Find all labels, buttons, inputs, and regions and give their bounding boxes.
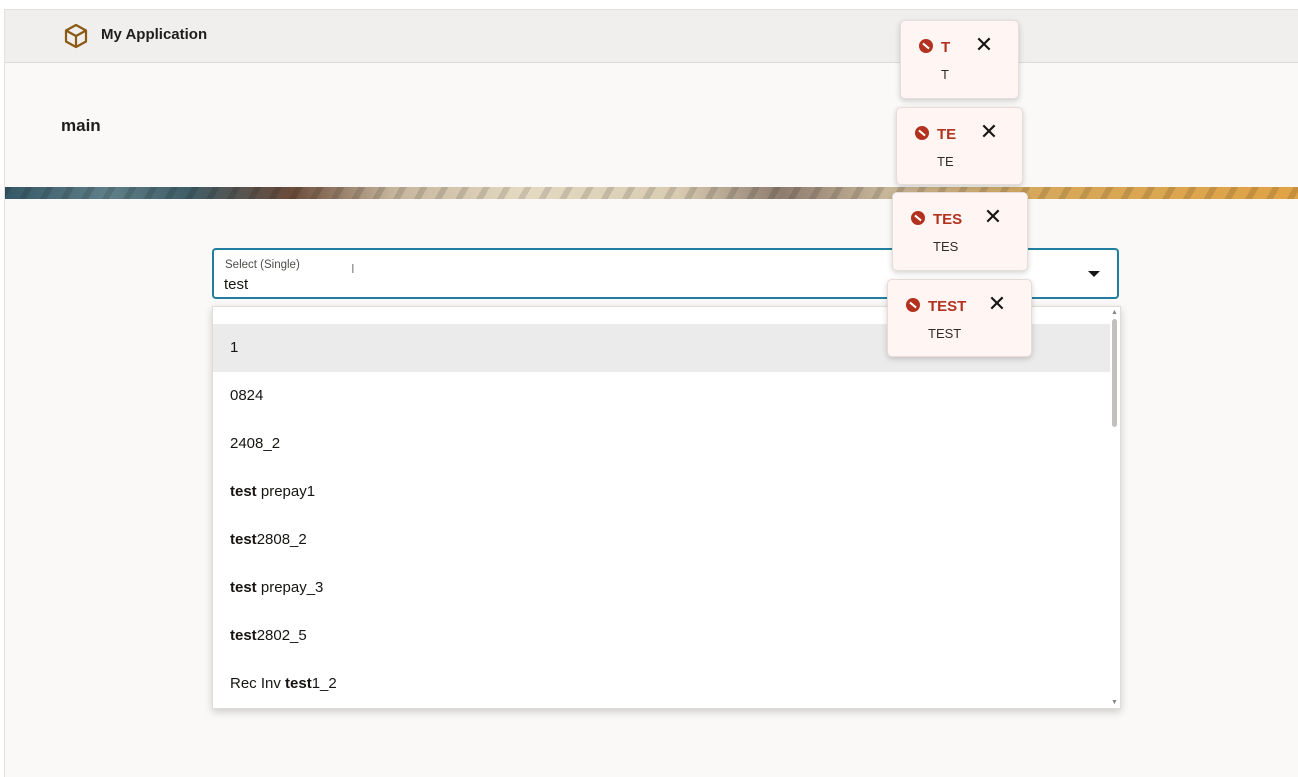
option-text: prepay_3 xyxy=(256,579,324,596)
app-title: My Application xyxy=(101,26,208,43)
dropdown-option[interactable]: test prepay1 xyxy=(213,468,1110,516)
option-text: 2808_2 xyxy=(256,531,307,548)
scrollbar-thumb[interactable] xyxy=(1112,319,1117,427)
option-match-text: test xyxy=(285,675,312,692)
dropdown-option[interactable]: test2808_2 xyxy=(213,516,1110,564)
option-text: 1 xyxy=(230,339,239,356)
page-title: main xyxy=(61,116,101,135)
toast-title: TE xyxy=(937,126,957,143)
option-text: Rec Inv xyxy=(230,675,286,692)
text-cursor-icon: I xyxy=(351,261,355,276)
option-match-text: test xyxy=(230,531,257,548)
scroll-down-arrow-icon[interactable]: ▼ xyxy=(1111,699,1118,706)
dropdown-option[interactable]: Rec Inv test1_2 xyxy=(213,660,1110,708)
dropdown-option[interactable]: 2408_2 xyxy=(213,420,1110,468)
option-match-text: test xyxy=(230,579,257,596)
dropdown-option[interactable]: test prepay_3 xyxy=(213,564,1110,612)
error-toast: TE TE ✕ xyxy=(896,107,1023,185)
dropdown-scrollbar[interactable]: ▲ ▼ xyxy=(1110,307,1120,708)
option-text: 0824 xyxy=(230,387,264,404)
close-icon[interactable]: ✕ xyxy=(978,121,1000,143)
decorative-banner xyxy=(5,187,1298,199)
toast-title: TEST xyxy=(928,298,967,315)
toast-title: TES xyxy=(933,211,963,228)
option-text: 1_2 xyxy=(311,675,337,692)
toast-message: TEST xyxy=(928,326,962,341)
option-text: 2408_2 xyxy=(230,435,281,452)
select-dropdown-list: 1 0824 2408_2 test prepay1 test2808_2 test pr… xyxy=(212,306,1121,709)
close-icon[interactable]: ✕ xyxy=(982,206,1004,228)
app-frame: My Application main Select (Single) I 1 0… xyxy=(4,9,1298,777)
error-toast: TEST TEST ✕ xyxy=(887,279,1032,357)
toast-message: T xyxy=(941,67,949,82)
dropdown-option[interactable]: 0824 xyxy=(213,372,1110,420)
error-icon xyxy=(919,39,933,53)
close-icon[interactable]: ✕ xyxy=(973,34,995,56)
error-toast: T T ✕ xyxy=(900,20,1019,99)
select-label: Select (Single) xyxy=(225,259,300,271)
caret-down-icon[interactable] xyxy=(1088,271,1100,277)
close-icon[interactable]: ✕ xyxy=(986,293,1008,315)
error-icon xyxy=(915,126,929,140)
toast-message: TES xyxy=(933,239,959,254)
dropdown-option[interactable]: test2802_5 xyxy=(213,612,1110,660)
option-match-text: test xyxy=(230,483,257,500)
error-icon xyxy=(911,211,925,225)
scroll-up-arrow-icon[interactable]: ▲ xyxy=(1111,309,1118,316)
error-toast: TES TES ✕ xyxy=(892,192,1028,271)
option-match-text: test xyxy=(230,627,257,644)
cube-icon xyxy=(64,23,88,49)
toast-title: T xyxy=(941,39,951,56)
option-text: 2802_5 xyxy=(256,627,307,644)
option-text: prepay1 xyxy=(256,483,316,500)
app-header: My Application xyxy=(5,10,1298,63)
toast-message: TE xyxy=(937,154,954,169)
error-icon xyxy=(906,298,920,312)
